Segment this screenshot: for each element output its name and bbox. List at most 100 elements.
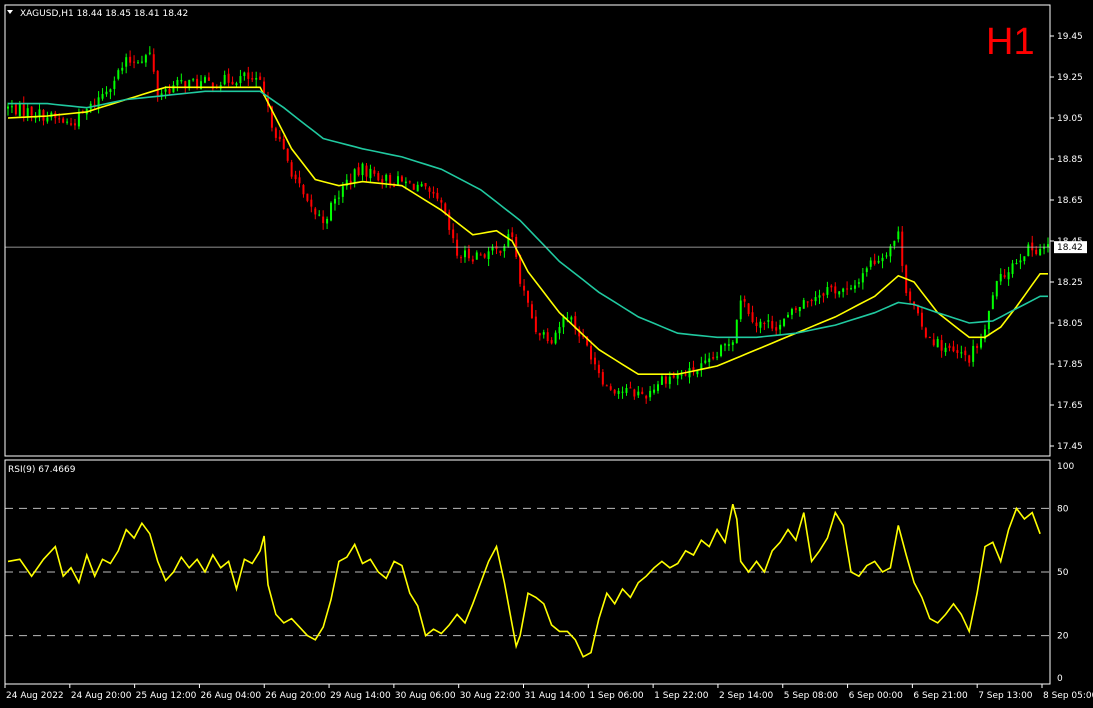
candle-body — [1035, 249, 1038, 254]
candle-body — [850, 288, 853, 290]
candle-body — [814, 297, 817, 302]
rsi-tick-label: 20 — [1057, 632, 1069, 642]
candle-body — [676, 374, 679, 379]
symbol-dropdown-icon[interactable] — [7, 10, 13, 14]
candle-body — [664, 376, 667, 384]
candle-body — [109, 89, 112, 93]
candle-body — [857, 282, 860, 284]
candle-body — [625, 388, 628, 393]
candle-body — [735, 319, 738, 344]
candle-body — [546, 332, 549, 342]
price-tick-label: 19.05 — [1057, 114, 1083, 124]
candle-body — [400, 176, 403, 182]
candle-body — [810, 299, 813, 302]
candle-body — [727, 344, 730, 346]
candle-body — [30, 106, 33, 116]
candle-body — [790, 308, 793, 315]
candle-body — [444, 203, 447, 214]
candle-body — [353, 169, 356, 183]
price-tick-label: 18.05 — [1057, 319, 1083, 329]
candle-body — [14, 104, 17, 115]
candle-body — [712, 357, 715, 359]
candle-body — [412, 183, 415, 190]
candle-body — [369, 168, 372, 179]
rsi-label: RSI(9) 67.4669 — [8, 465, 76, 475]
candle-body — [865, 268, 868, 273]
current-price-label: 18.42 — [1057, 243, 1083, 253]
candle-body — [168, 88, 171, 94]
candle-body — [708, 358, 711, 363]
candle-body — [538, 333, 541, 336]
candle-body — [932, 339, 935, 346]
candle-body — [846, 288, 849, 290]
price-panel[interactable] — [5, 46, 1050, 404]
candle-body — [562, 316, 565, 328]
candle-body — [385, 174, 388, 181]
time-tick-label: 30 Aug 06:00 — [395, 691, 456, 701]
candle-body — [716, 356, 719, 358]
price-tick-label: 17.45 — [1057, 442, 1083, 452]
candle-body — [838, 291, 841, 295]
candle-body — [310, 199, 313, 207]
candle-body — [125, 57, 128, 67]
candle-body — [1019, 260, 1022, 263]
candle-body — [10, 106, 13, 108]
candle-body — [597, 364, 600, 374]
candle-body — [337, 197, 340, 199]
candle-body — [633, 389, 636, 397]
candle-body — [826, 287, 829, 295]
candle-body — [326, 218, 329, 224]
candle-body — [842, 288, 845, 292]
time-tick-label: 26 Aug 20:00 — [265, 691, 326, 701]
candle-body — [77, 112, 80, 127]
candle-body — [645, 395, 648, 399]
rsi-tick-label: 80 — [1057, 504, 1069, 514]
price-tick-label: 19.45 — [1057, 32, 1083, 42]
candle-body — [657, 384, 659, 391]
candle-body — [152, 54, 155, 72]
candle-body — [822, 293, 825, 296]
candle-body — [755, 322, 758, 327]
candle-body — [964, 350, 967, 356]
candle-body — [105, 91, 108, 95]
rsi-panel[interactable] — [5, 503, 1050, 658]
candle-body — [751, 312, 754, 322]
candle-body — [207, 77, 210, 81]
candle-body — [550, 340, 553, 344]
candle-body — [649, 390, 652, 398]
candle-body — [1031, 242, 1034, 251]
candle-body — [830, 285, 833, 288]
candle-body — [759, 321, 762, 328]
candle-body — [148, 52, 151, 54]
candle-body — [771, 321, 774, 329]
candle-body — [101, 94, 104, 99]
candle-body — [853, 285, 856, 289]
candle-body — [203, 77, 206, 83]
time-tick-label: 25 Aug 12:00 — [136, 691, 197, 701]
candle-body — [333, 198, 336, 204]
candle-body — [877, 260, 880, 263]
candle-body — [542, 332, 545, 335]
candle-body — [972, 345, 975, 362]
candle-body — [936, 338, 939, 348]
candle-body — [70, 123, 73, 125]
candle-body — [377, 173, 380, 181]
candle-body — [885, 255, 888, 257]
candle-body — [798, 306, 801, 312]
candle-body — [389, 175, 392, 185]
candle-body — [227, 73, 230, 83]
candle-body — [424, 183, 427, 187]
candle-body — [948, 345, 951, 348]
candle-body — [463, 250, 466, 258]
candle-body — [944, 347, 947, 353]
time-tick-label: 31 Aug 14:00 — [525, 691, 586, 701]
candle-body — [66, 121, 69, 123]
candle-body — [704, 360, 707, 363]
candle-body — [668, 376, 671, 385]
time-tick-label: 24 Aug 2022 — [6, 691, 64, 701]
candle-body — [42, 110, 45, 121]
candle-body — [397, 176, 399, 186]
candle-body — [570, 317, 573, 320]
candle-body — [129, 56, 132, 63]
candle-body — [408, 181, 411, 183]
